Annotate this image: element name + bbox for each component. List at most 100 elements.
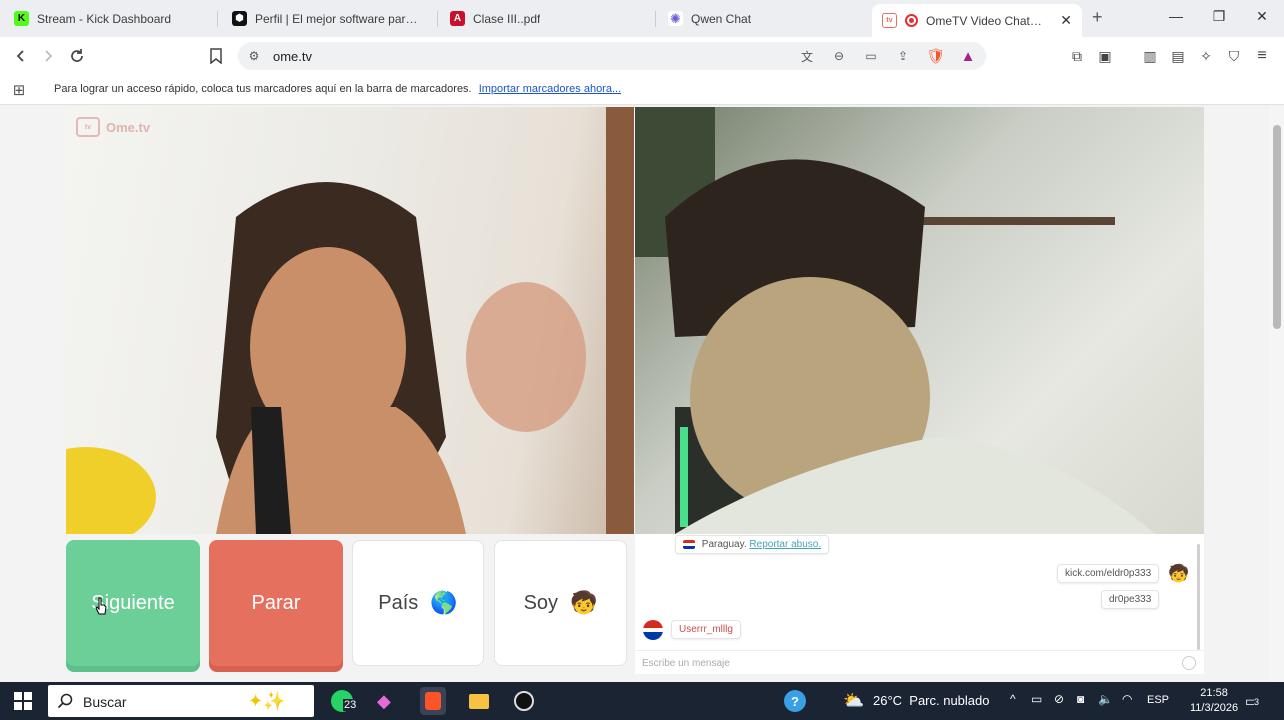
stranger-video-frame xyxy=(66,107,634,534)
country-notice-text: Paraguay. xyxy=(701,539,747,550)
windows-start-icon[interactable] xyxy=(14,691,32,711)
tab-title: Clase III..pdf xyxy=(473,11,541,26)
emoji-picker-icon[interactable] xyxy=(1182,656,1196,670)
extensions-icon[interactable]: ⧉ xyxy=(1066,45,1088,67)
pdf-icon: A xyxy=(450,11,465,26)
mouse-cursor-icon xyxy=(95,597,107,615)
menu-icon[interactable]: ≡ xyxy=(1251,45,1273,67)
clock-date: 11/3/2026 xyxy=(1190,702,1239,714)
report-abuse-link[interactable]: Reportar abuso. xyxy=(749,539,821,550)
tab-qwen[interactable]: ✺ Qwen Chat xyxy=(658,4,868,33)
clock[interactable]: 21:58 11/3/2026 xyxy=(1190,686,1238,716)
new-tab-button[interactable]: + xyxy=(1092,7,1103,28)
tray-app-icon[interactable]: ▭ xyxy=(1031,692,1042,706)
chat-message-outgoing: kick.com/eldr0p333 xyxy=(1057,564,1160,583)
language-indicator[interactable]: ESP xyxy=(1147,694,1169,706)
boy-emoji-icon: 🧒 xyxy=(570,590,598,615)
clock-time: 21:58 xyxy=(1200,687,1228,699)
reload-icon xyxy=(71,49,83,62)
paraguay-flag-icon xyxy=(683,539,695,549)
kick-icon: K xyxy=(14,11,29,26)
forward-button[interactable] xyxy=(37,45,59,67)
bookmarks-message: Para lograr un acceso rápido, coloca tus… xyxy=(54,83,621,95)
next-button[interactable]: Siguiente xyxy=(66,540,200,666)
cast-icon[interactable]: ▭ xyxy=(863,48,879,64)
tab-search-icon[interactable]: ▣ xyxy=(1094,45,1116,67)
bookmark-button[interactable] xyxy=(205,45,227,67)
obs-icon[interactable] xyxy=(514,691,534,711)
brave-rewards-icon[interactable]: ▲ xyxy=(960,48,976,65)
help-icon[interactable]: ? xyxy=(784,690,806,712)
tab-title: OmeTV Video Chat — Om xyxy=(926,13,1044,28)
tab-pdf[interactable]: A Clase III..pdf xyxy=(440,4,652,33)
recording-icon xyxy=(905,14,918,27)
chat-panel: Paraguay. Reportar abuso. kick.com/eldr0… xyxy=(635,534,1204,674)
copilot-icon[interactable]: ◆ xyxy=(377,691,391,711)
ometv-logo[interactable]: tv Ome.tv xyxy=(76,117,150,137)
chat-input[interactable]: Escribe un mensaje xyxy=(642,658,730,669)
back-button[interactable] xyxy=(10,45,32,67)
chat-scrollbar[interactable] xyxy=(1197,544,1200,650)
taskbar-search[interactable]: Buscar ✦✨ xyxy=(48,685,314,717)
wifi-icon[interactable]: ◠ xyxy=(1122,692,1132,706)
stop-button-label: Parar xyxy=(251,591,301,614)
message-text: dr0pe333 xyxy=(1109,594,1152,605)
volume-icon[interactable]: 🔈 xyxy=(1098,692,1113,706)
self-video xyxy=(635,107,1204,534)
mic-muted-icon[interactable]: ⊘ xyxy=(1054,692,1064,706)
tab-title: Perfil | El mejor software para pote xyxy=(255,11,424,26)
notifications-icon[interactable]: ▭ 3 xyxy=(1245,691,1260,711)
chat-message-incoming: Userrr_mlllg xyxy=(671,620,741,639)
share-icon[interactable]: ⇪ xyxy=(895,48,911,64)
globe-icon: 🌎 xyxy=(430,590,458,615)
stop-button[interactable]: Parar xyxy=(209,540,343,666)
scrollbar-thumb[interactable] xyxy=(1273,125,1281,329)
wallet-icon[interactable]: ▤ xyxy=(1167,45,1189,67)
self-video-frame xyxy=(635,107,1155,534)
page-scrollbar[interactable] xyxy=(1270,106,1284,682)
reload-button[interactable] xyxy=(66,45,88,67)
weather-icon[interactable]: ⛅ xyxy=(843,691,864,711)
tab-strip: K Stream - Kick Dashboard ⬢ Perfil | El … xyxy=(0,0,1284,37)
sidebar-icon[interactable]: ▥ xyxy=(1139,45,1161,67)
tab-title: Qwen Chat xyxy=(691,11,752,26)
translate-icon[interactable]: 文 xyxy=(799,48,815,64)
close-window-button[interactable]: ✕ xyxy=(1252,8,1272,25)
weather-text[interactable]: 26°C Parc. nublado xyxy=(873,693,990,708)
forward-arrow-icon xyxy=(45,50,53,62)
ometv-logo-icon: tv xyxy=(76,117,100,137)
self-avatar-icon: 🧒 xyxy=(1168,564,1190,583)
whatsapp-icon[interactable]: 23 xyxy=(330,690,358,712)
tab-title: Stream - Kick Dashboard xyxy=(37,11,172,26)
country-notice: Paraguay. Reportar abuso. xyxy=(675,535,830,554)
close-icon[interactable]: ✕ xyxy=(1060,12,1072,29)
brave-shields-icon[interactable]: 🛡 xyxy=(926,48,945,65)
site-settings-icon[interactable]: ⚙ xyxy=(246,48,262,64)
file-explorer-icon[interactable] xyxy=(469,691,489,711)
brave-browser-icon[interactable] xyxy=(420,687,446,715)
tab-kick[interactable]: K Stream - Kick Dashboard xyxy=(4,4,214,33)
apps-grid-icon[interactable]: ⊞ xyxy=(8,79,30,101)
stranger-avatar-flag-icon xyxy=(643,620,663,640)
gender-selector-button[interactable]: Soy 🧒 xyxy=(494,540,627,666)
bookmarks-bar: ⊞ Para lograr un acceso rápido, coloca t… xyxy=(0,75,1284,105)
tray-overflow-icon[interactable]: ^ xyxy=(1010,692,1016,706)
search-highlight-icon: ✦✨ xyxy=(248,691,286,711)
search-icon xyxy=(57,693,73,709)
minimize-button[interactable]: — xyxy=(1166,8,1186,24)
vpn-icon[interactable]: ⛉ xyxy=(1223,45,1245,67)
address-bar[interactable]: ⚙ ome.tv 文 ⊖ ▭ ⇪ 🛡 ▲ xyxy=(238,42,986,70)
country-selector-button[interactable]: País 🌎 xyxy=(352,540,484,666)
gender-button-label: Soy xyxy=(523,591,559,614)
zoom-icon[interactable]: ⊖ xyxy=(831,48,847,64)
import-bookmarks-link[interactable]: Importar marcadores ahora... xyxy=(479,83,621,95)
restore-button[interactable]: ❐ xyxy=(1209,8,1229,25)
perfil-icon: ⬢ xyxy=(232,11,247,26)
taskbar: Buscar ✦✨ 23 ◆ ? ⛅ 26°C Parc. nublado ^ … xyxy=(0,682,1284,720)
tab-ometv[interactable]: tv OmeTV Video Chat — Om ✕ xyxy=(872,4,1082,37)
address-url[interactable]: ome.tv xyxy=(273,49,312,64)
tab-perfil[interactable]: ⬢ Perfil | El mejor software para pote xyxy=(222,4,434,33)
notification-count: 3 xyxy=(1254,697,1260,707)
leo-ai-icon[interactable]: ✧ xyxy=(1195,45,1217,67)
camera-icon[interactable]: ◙ xyxy=(1077,692,1084,706)
